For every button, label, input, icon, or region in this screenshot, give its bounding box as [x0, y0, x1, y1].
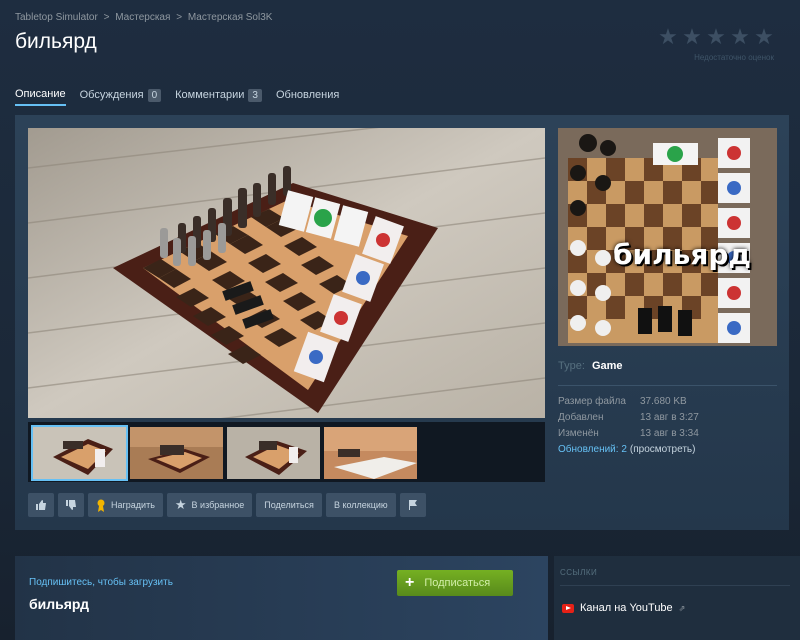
- star-icon: ★: [174, 497, 187, 512]
- changelog-link[interactable]: Обновлений: 2: [558, 442, 627, 458]
- detail-key: Добавлен: [558, 412, 604, 423]
- detail-row-updated: Изменён 13 авг в 3:34: [558, 426, 699, 442]
- share-label: Поделиться: [264, 500, 314, 510]
- preview-caption: бильярд: [613, 238, 752, 271]
- youtube-icon: [562, 603, 574, 613]
- main-screenshot[interactable]: [28, 128, 545, 418]
- youtube-channel-link[interactable]: Канал на YouTube ⇗: [562, 602, 685, 614]
- rate-up-button[interactable]: [28, 493, 54, 517]
- add-to-collection-button[interactable]: В коллекцию: [325, 493, 396, 517]
- tab-comments[interactable]: Комментарии 3: [175, 88, 262, 106]
- breadcrumb-item-game[interactable]: Tabletop Simulator: [15, 12, 98, 23]
- subscribe-button-label: Подписаться: [424, 577, 491, 589]
- links-panel: ССЫЛКИ Канал на YouTube ⇗: [554, 556, 800, 640]
- tab-updates[interactable]: Обновления: [276, 89, 339, 105]
- breadcrumb-separator: >: [176, 12, 183, 23]
- rate-down-button[interactable]: [58, 493, 84, 517]
- detail-value: 13 авг в 3:34: [640, 428, 699, 439]
- thumbnail[interactable]: [31, 425, 128, 481]
- tab-bar: Описание Обсуждения 0 Комментарии 3 Обно…: [15, 88, 339, 106]
- star-icon: ★: [706, 24, 726, 49]
- external-link-icon: ⇗: [678, 603, 686, 613]
- flag-icon: [408, 500, 417, 510]
- thumbnail-image: [130, 427, 223, 479]
- star-icon: ★: [658, 24, 678, 49]
- type-label: Type:: [558, 360, 585, 372]
- thumbnail-image: [33, 427, 126, 479]
- action-bar: Наградить ★ В избранное Поделиться В кол…: [28, 493, 426, 517]
- thumbnail[interactable]: [130, 427, 223, 479]
- tab-label: Комментарии: [175, 89, 245, 101]
- rating-stars: ★ ★ ★ ★ ★: [658, 24, 774, 49]
- preview-image: бильярд: [558, 128, 777, 346]
- youtube-link-label: Канал на YouTube: [580, 602, 673, 614]
- type-value[interactable]: Game: [592, 360, 623, 372]
- detail-row-size: Размер файла 37.680 KB: [558, 394, 699, 410]
- page-title: бильярд: [15, 30, 97, 53]
- breadcrumb-separator: >: [103, 12, 110, 23]
- details-divider: [558, 385, 777, 386]
- breadcrumb: Tabletop Simulator > Мастерская > Мастер…: [15, 12, 272, 23]
- subscribe-hint: Подпишитесь, чтобы загрузить: [29, 577, 173, 588]
- count-badge: 0: [147, 88, 162, 102]
- thumbnail-image: [324, 427, 417, 479]
- type-row: Type: Game: [558, 360, 623, 372]
- favorite-label: В избранное: [191, 500, 245, 510]
- thumbnail[interactable]: [324, 427, 417, 479]
- collection-label: В коллекцию: [333, 500, 388, 510]
- detail-row-added: Добавлен 13 авг в 3:27: [558, 410, 699, 426]
- award-button[interactable]: Наградить: [88, 493, 163, 517]
- detail-key: Размер файла: [558, 396, 626, 407]
- details-list: Размер файла 37.680 KB Добавлен 13 авг в…: [558, 394, 699, 458]
- breadcrumb-item-workshop[interactable]: Мастерская: [115, 12, 170, 23]
- thumbnail-strip: [28, 422, 545, 482]
- breadcrumb-item-author-workshop[interactable]: Мастерская Sol3K: [188, 12, 273, 23]
- thumbnail-image: [227, 427, 320, 479]
- thumbs-down-icon: [66, 500, 76, 510]
- tab-label: Описание: [15, 88, 66, 100]
- report-button[interactable]: [399, 493, 426, 517]
- thumbs-up-icon: [36, 500, 46, 510]
- changelog-view-link[interactable]: (просмотреть): [630, 442, 696, 458]
- links-title: ССЫЛКИ: [560, 568, 598, 577]
- chessboard-scene-image: [28, 128, 545, 418]
- tab-description[interactable]: Описание: [15, 88, 66, 106]
- subscribe-button[interactable]: + Подписаться: [397, 570, 513, 596]
- star-icon: ★: [754, 24, 774, 49]
- thumbnail[interactable]: [227, 427, 320, 479]
- detail-value: 37.680 KB: [640, 396, 687, 407]
- detail-value: 13 авг в 3:27: [640, 412, 699, 423]
- preview-board-image: [558, 128, 777, 346]
- item-showcase-panel: бильярд Type: Game Размер файла 37.680 K…: [15, 115, 789, 530]
- subscribe-panel: Подпишитесь, чтобы загрузить бильярд + П…: [15, 556, 548, 640]
- detail-row-changelog: Обновлений: 2 (просмотреть): [558, 442, 699, 458]
- star-icon: ★: [730, 24, 750, 49]
- plus-icon: +: [405, 574, 415, 591]
- links-divider: [560, 585, 790, 586]
- count-badge: 3: [248, 88, 262, 102]
- rating-text: Недостаточно оценок: [694, 53, 774, 62]
- tab-discussions[interactable]: Обсуждения 0: [79, 88, 162, 106]
- detail-key: Изменён: [558, 428, 599, 439]
- share-button[interactable]: Поделиться: [256, 493, 322, 517]
- star-icon: ★: [682, 24, 702, 49]
- award-icon: [97, 499, 105, 512]
- award-label: Наградить: [111, 500, 155, 510]
- tab-label: Обсуждения: [79, 89, 144, 101]
- subscribe-item-title: бильярд: [29, 596, 90, 612]
- favorite-button[interactable]: ★ В избранное: [166, 493, 253, 517]
- tab-label: Обновления: [275, 89, 340, 101]
